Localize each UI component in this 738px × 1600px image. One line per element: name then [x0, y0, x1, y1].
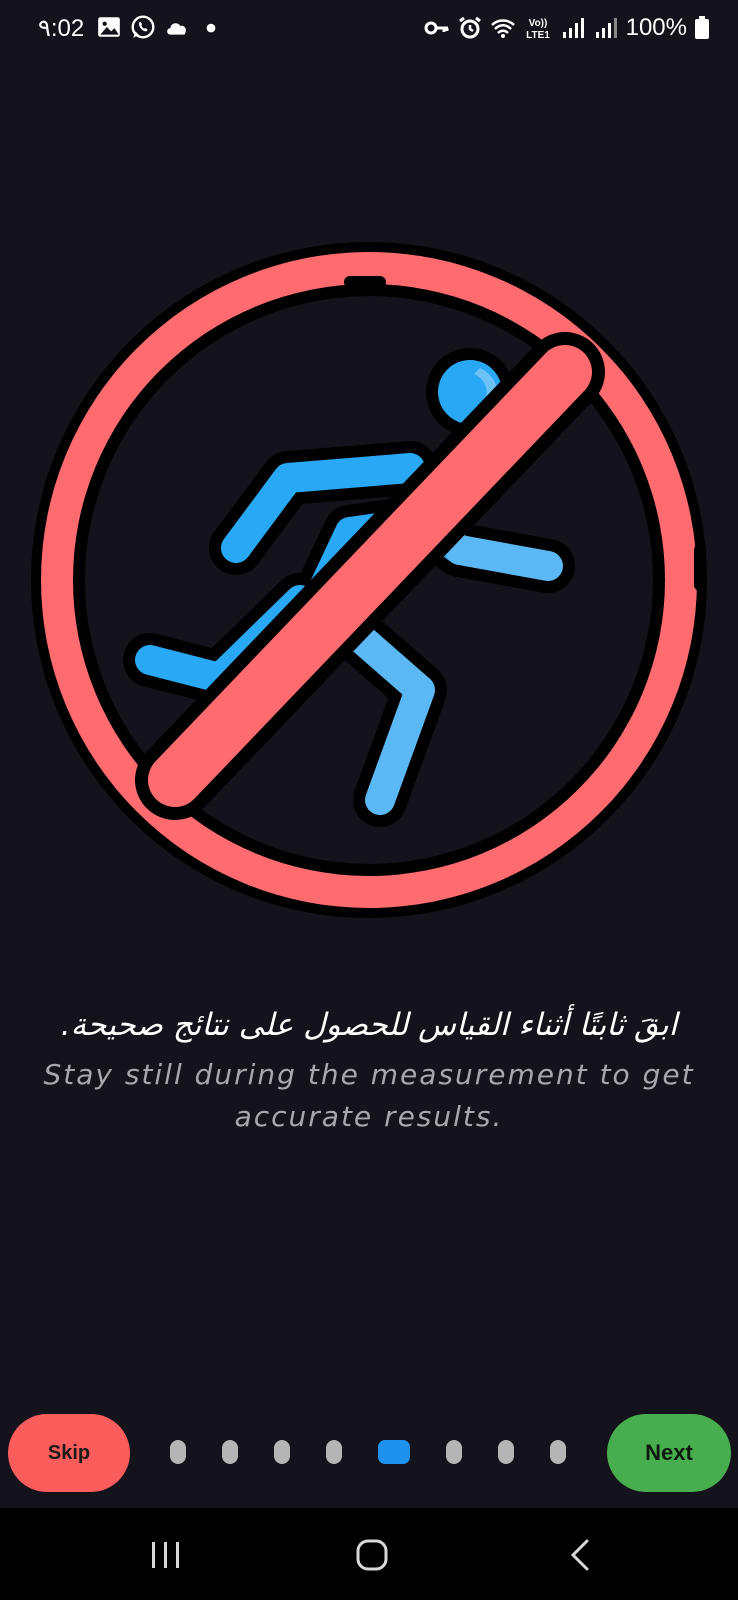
navigation-bar	[0, 1508, 738, 1600]
no-running-icon	[31, 242, 707, 918]
page-dot-6[interactable]	[446, 1440, 462, 1464]
recent-apps-button[interactable]	[136, 1530, 196, 1580]
page-dot-4[interactable]	[326, 1440, 342, 1464]
status-time: ٩:02	[38, 15, 85, 42]
page-dot-8[interactable]	[550, 1440, 566, 1464]
page-dot-5-active[interactable]	[378, 1440, 410, 1464]
signal-icon	[595, 18, 617, 38]
whatsapp-icon	[131, 15, 155, 39]
svg-text:Vo)): Vo))	[528, 18, 547, 29]
status-right-icons: Vo)) LTE1 100%	[424, 14, 710, 42]
page-dot-1[interactable]	[170, 1440, 186, 1464]
instruction-arabic: ابقَ ثابتًا أثناء القياس للحصول على نتائ…	[60, 1007, 678, 1043]
alarm-icon	[458, 16, 481, 39]
status-bar: ٩:02 Vo)) LTE1 100%	[0, 0, 738, 60]
page-indicator	[168, 1440, 578, 1466]
svg-text:LTE1: LTE1	[526, 30, 550, 41]
onboarding-controls: Skip Next	[0, 1414, 738, 1492]
cloud-icon	[167, 23, 186, 35]
page-dot-2[interactable]	[222, 1440, 238, 1464]
back-icon	[570, 1539, 589, 1571]
battery-percent: 100%	[625, 14, 687, 41]
signal-icon	[562, 18, 584, 38]
status-left-icons	[96, 14, 224, 40]
gallery-icon	[98, 17, 120, 37]
home-icon	[356, 1539, 388, 1571]
wifi-icon	[490, 19, 515, 38]
instruction-text: ابقَ ثابتًا أثناء القياس للحصول على نتائ…	[30, 1004, 708, 1138]
back-button[interactable]	[550, 1530, 610, 1580]
home-button[interactable]	[342, 1530, 402, 1580]
page-dot-7[interactable]	[498, 1440, 514, 1464]
onboarding-screen: ٩:02 Vo)) LTE1 100% ابقَ ثابتًا أثناء ال…	[0, 0, 738, 1600]
page-dot-3[interactable]	[274, 1440, 290, 1464]
volte-icon: Vo)) LTE1	[526, 18, 550, 41]
dot-icon	[206, 23, 216, 33]
next-button[interactable]: Next	[607, 1414, 731, 1492]
skip-button[interactable]: Skip	[8, 1414, 130, 1492]
battery-icon	[695, 16, 709, 39]
key-icon	[424, 21, 449, 35]
recent-apps-icon	[152, 1542, 179, 1568]
instruction-english: Stay still during the measurement to get…	[43, 1058, 695, 1133]
